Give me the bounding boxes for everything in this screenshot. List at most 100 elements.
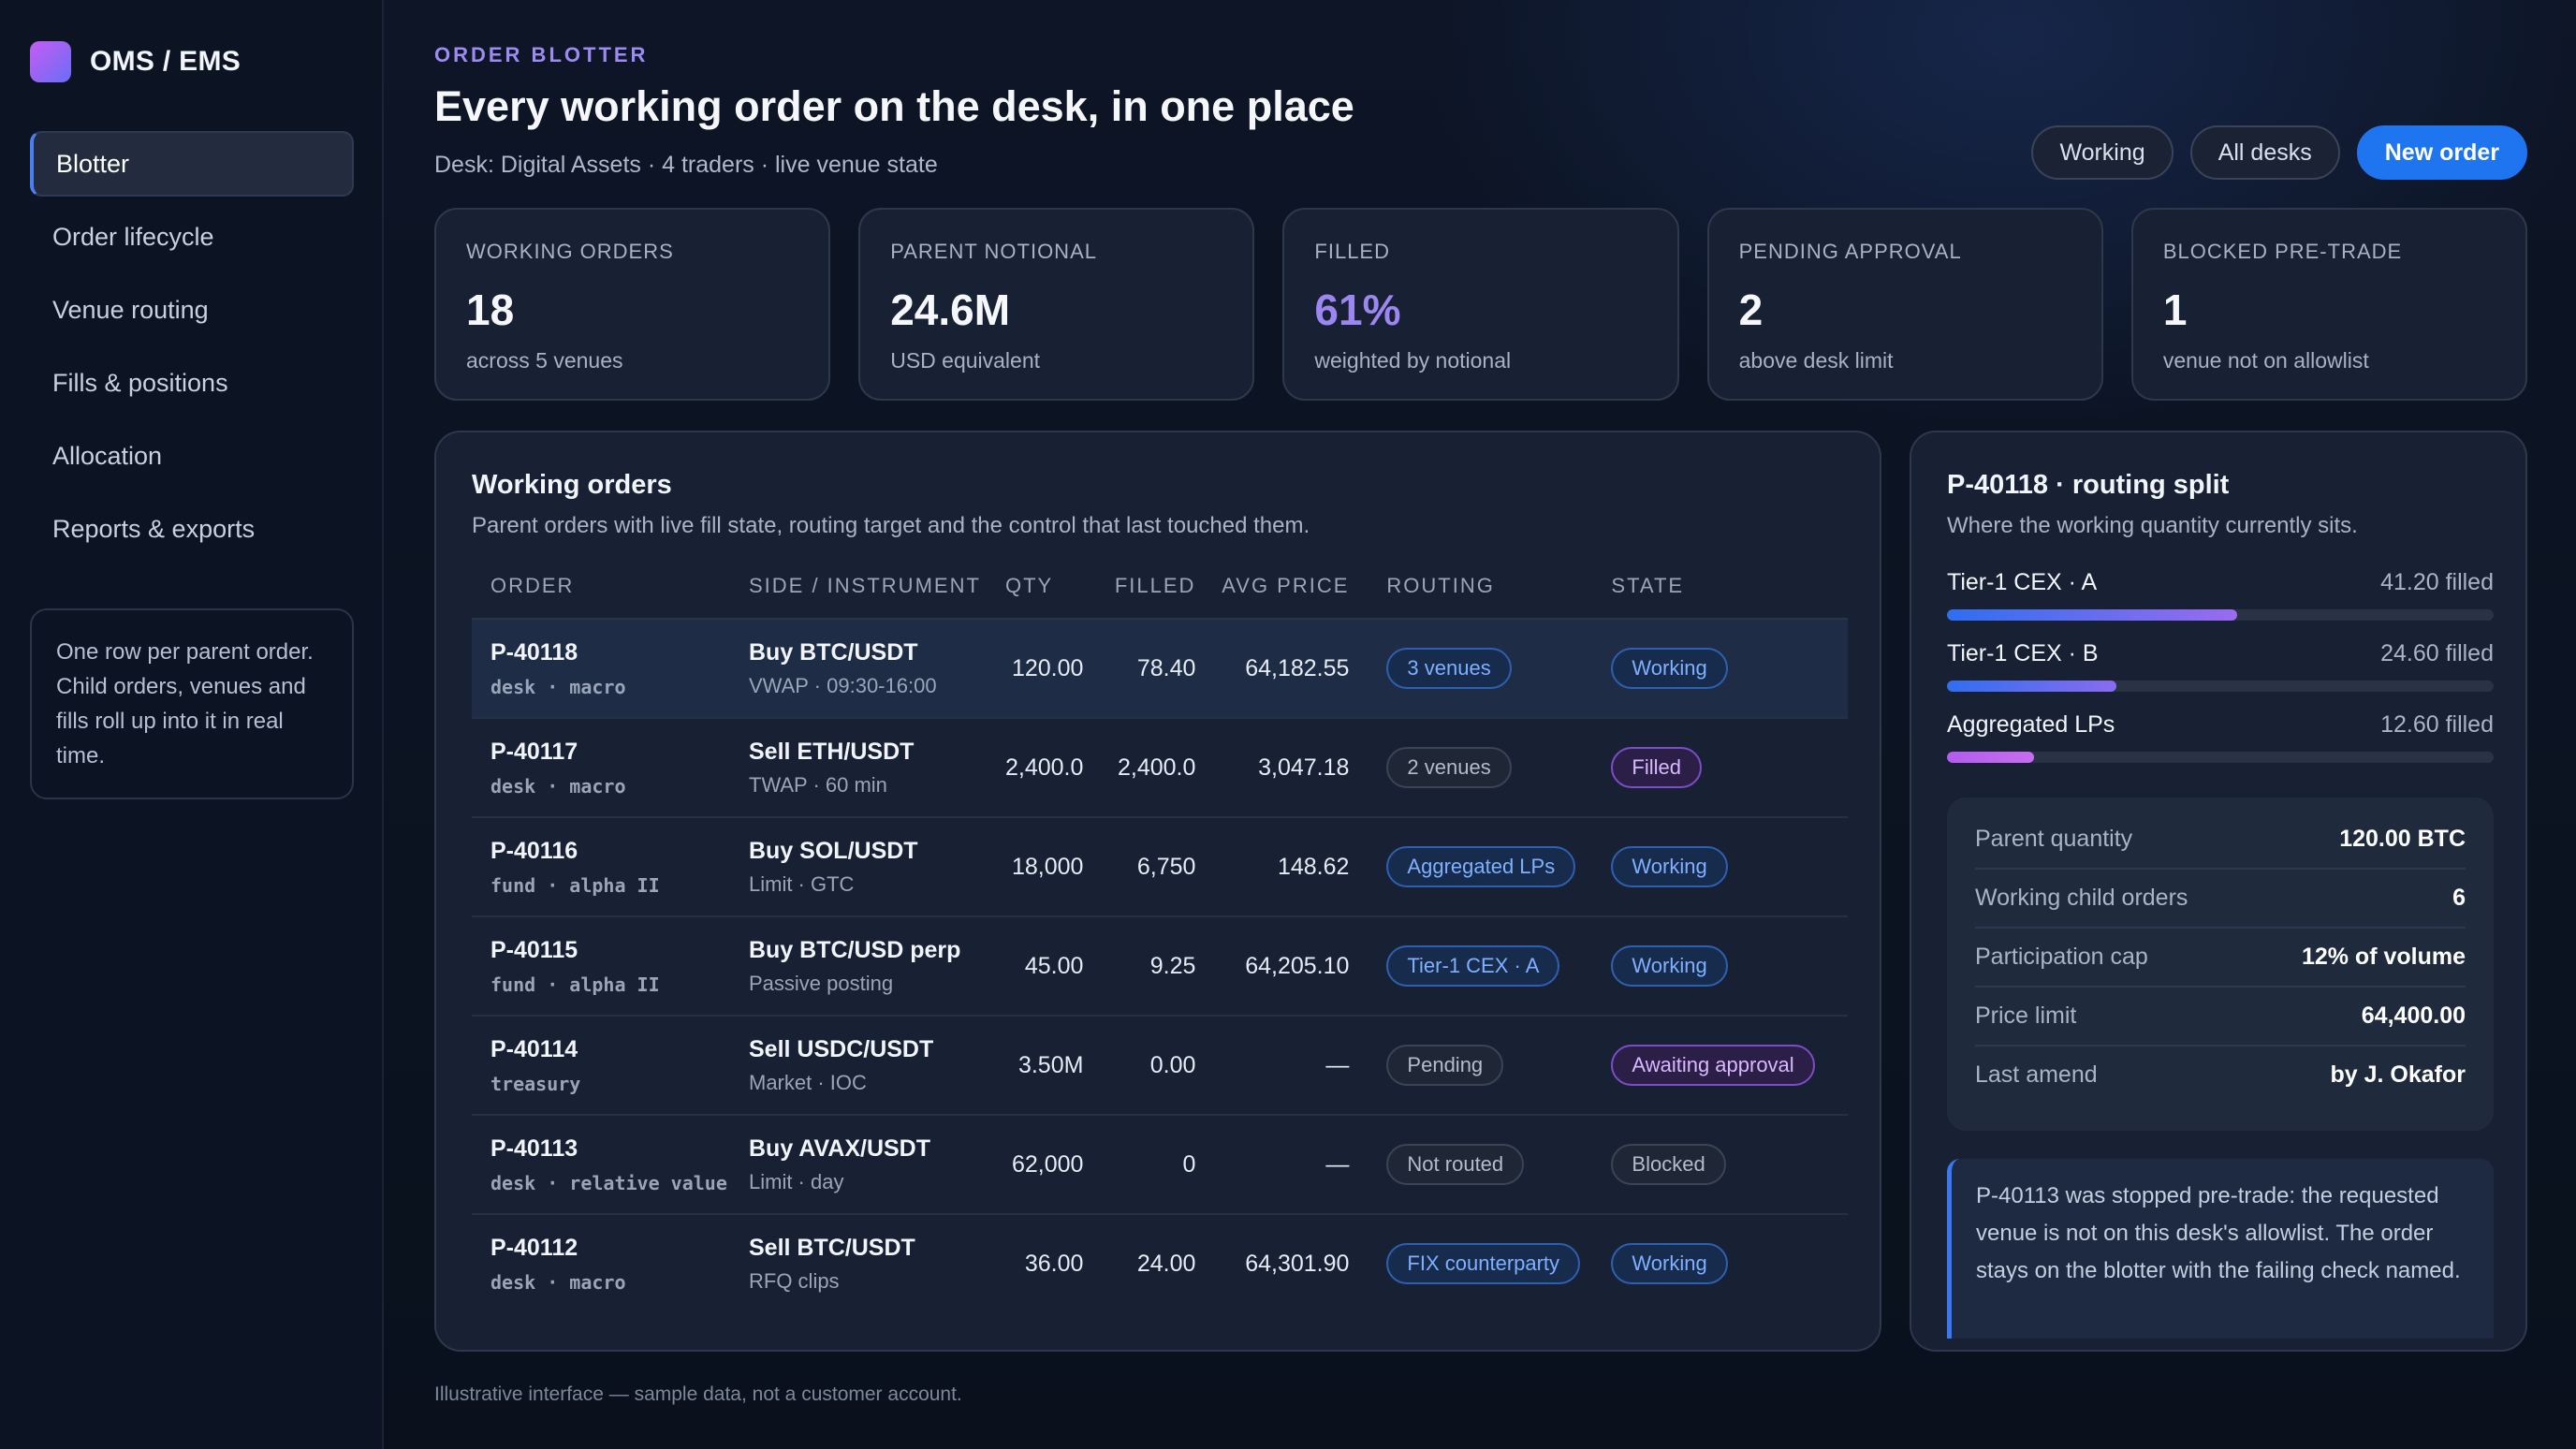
routing-badge[interactable]: 3 venues <box>1386 648 1512 689</box>
state-cell: Working <box>1611 1214 1848 1312</box>
brand: OMS / EMS <box>30 41 241 82</box>
order-id[interactable]: P-40113 <box>490 1135 749 1163</box>
order-id[interactable]: P-40117 <box>490 739 749 766</box>
kpi-pending-approval: PENDING APPROVAL 2 above desk limit <box>1706 208 2103 401</box>
status-badge: Filled <box>1611 747 1702 788</box>
sidebar-item-blotter[interactable]: Blotter <box>30 131 354 197</box>
order-id[interactable]: P-40118 <box>490 639 749 666</box>
algo: Market · IOC <box>749 1070 867 1094</box>
filled-cell: 0.00 <box>1083 1016 1196 1116</box>
state-cell: Filled <box>1611 718 1848 818</box>
instrument-cell: Buy AVAX/USDT Limit · day <box>749 1115 1005 1215</box>
order-id[interactable]: P-40115 <box>490 937 749 964</box>
panel-subtitle: Where the working quantity currently sit… <box>1947 513 2358 538</box>
instrument-cell: Sell BTC/USDT RFQ clips <box>749 1214 1005 1312</box>
order-desk: fund · alpha II <box>490 873 660 897</box>
routing-badge[interactable]: 2 venues <box>1386 747 1512 788</box>
stat-value: by J. Okafor <box>2330 1061 2466 1088</box>
stat-label: Last amend <box>1975 1061 2098 1088</box>
order-desk: desk · relative value <box>490 1171 727 1194</box>
table-row[interactable]: P-40113 desk · relative value Buy AVAX/US… <box>472 1115 1848 1215</box>
state-cell: Working <box>1611 916 1848 1017</box>
page-subtitle: Desk: Digital Assets · 4 traders · live … <box>434 152 938 178</box>
sidebar-note: One row per parent order. Child orders, … <box>30 608 354 799</box>
venue-bar: Aggregated LPs 12.60 filled <box>1947 711 2494 763</box>
table-row[interactable]: P-40112 desk · macro Sell BTC/USDT RFQ cli… <box>472 1214 1848 1312</box>
table-row[interactable]: P-40116 fund · alpha II Buy SOL/USDT Limit… <box>472 817 1848 917</box>
avg-price-cell: 148.62 <box>1195 817 1350 917</box>
routing-badge[interactable]: Not routed <box>1386 1144 1525 1185</box>
routing-cell: 3 venues <box>1349 619 1612 719</box>
column-header-filled[interactable]: FILLED <box>1083 554 1196 620</box>
venue-filled: 24.60 filled <box>2380 640 2494 666</box>
order-id[interactable]: P-40116 <box>490 838 749 865</box>
column-header-side-instrument[interactable]: SIDE / INSTRUMENT <box>749 554 1005 620</box>
filled-cell: 6,750 <box>1083 817 1196 917</box>
stat-value: 64,400.00 <box>2361 1003 2466 1029</box>
avg-price-cell: 64,301.90 <box>1245 1250 1350 1277</box>
sidebar-item-reports-exports[interactable]: Reports & exports <box>30 496 354 562</box>
algo: TWAP · 60 min <box>749 772 887 797</box>
brand-name: OMS / EMS <box>90 46 242 77</box>
kpi-note: above desk limit <box>1738 348 1894 373</box>
stat-label: Participation cap <box>1975 944 2148 970</box>
order-cell: P-40112 desk · macro <box>472 1214 749 1312</box>
sidebar-item-venue-routing[interactable]: Venue routing <box>30 277 354 343</box>
routing-badge[interactable]: Pending <box>1386 1045 1504 1086</box>
venue-bar: Tier-1 CEX · B 24.60 filled <box>1947 640 2494 692</box>
stat-value: 6 <box>2452 885 2466 911</box>
routing-badge[interactable]: Aggregated LPs <box>1386 846 1576 887</box>
venue-bar-track <box>1947 752 2494 763</box>
kpi-parent-notional: PARENT NOTIONAL 24.6M USD equivalent <box>858 208 1255 401</box>
table-header-row: ORDER SIDE / INSTRUMENT QTY FILLED AVG P… <box>472 554 1848 620</box>
algo: Limit · day <box>749 1169 844 1193</box>
new-order-button[interactable]: New order <box>2356 125 2527 180</box>
kpi-note: weighted by notional <box>1314 348 1512 373</box>
filled-cell: 2,400.0 <box>1083 718 1196 818</box>
column-header-order[interactable]: ORDER <box>472 554 749 620</box>
table-row[interactable]: P-40115 fund · alpha II Buy BTC/USD perp P… <box>472 916 1848 1017</box>
brand-logo-icon <box>30 41 71 82</box>
working-filter-button[interactable]: Working <box>2031 125 2174 180</box>
footer-disclaimer: Illustrative interface — sample data, no… <box>434 1383 962 1405</box>
order-cell: P-40118 desk · macro <box>472 619 749 719</box>
kpi-note: across 5 venues <box>466 348 623 373</box>
table-row[interactable]: P-40114 treasury Sell USDC/USDT Market · I… <box>472 1016 1848 1116</box>
order-desk: desk · macro <box>490 774 626 798</box>
order-stats: Parent quantity 120.00 BTC Working child … <box>1947 798 2494 1131</box>
state-cell: Blocked <box>1611 1115 1848 1215</box>
status-badge: Awaiting approval <box>1611 1045 1815 1086</box>
venue-bar: Tier-1 CEX · A 41.20 filled <box>1947 569 2494 621</box>
order-id[interactable]: P-40112 <box>490 1235 749 1262</box>
table-row[interactable]: P-40118 desk · macro Buy BTC/USDT VWAP · 0… <box>472 619 1848 719</box>
venue-bar-fill <box>1947 752 2035 763</box>
panel-title: Working orders <box>472 470 672 500</box>
instrument: Buy SOL/USDT <box>749 837 918 864</box>
sidebar-item-allocation[interactable]: Allocation <box>30 423 354 489</box>
order-id[interactable]: P-40114 <box>490 1036 749 1063</box>
all-desks-filter-button[interactable]: All desks <box>2189 125 2340 180</box>
routing-cell: Pending <box>1349 1016 1612 1116</box>
panel-title: P-40118 · routing split <box>1947 470 2230 500</box>
column-header-qty[interactable]: QTY <box>1005 554 1084 620</box>
column-header-routing[interactable]: ROUTING <box>1349 554 1612 620</box>
sidebar-item-fills-positions[interactable]: Fills & positions <box>30 350 354 416</box>
routing-badge[interactable]: FIX counterparty <box>1386 1243 1581 1284</box>
routing-cell: Tier-1 CEX · A <box>1349 916 1612 1017</box>
routing-badge[interactable]: Tier-1 CEX · A <box>1386 945 1560 987</box>
stat-row: Last amend by J. Okafor <box>1975 1046 2466 1104</box>
status-badge: Working <box>1611 846 1728 887</box>
status-badge: Working <box>1611 945 1728 987</box>
column-header-state[interactable]: STATE <box>1611 554 1848 620</box>
stat-row: Parent quantity 120.00 BTC <box>1975 811 2466 870</box>
filled-cell: 0 <box>1083 1115 1196 1215</box>
kpi-row: WORKING ORDERS 18 across 5 venues PARENT… <box>434 208 2528 401</box>
kpi-blocked-pre-trade: BLOCKED PRE-TRADE 1 venue not on allowli… <box>2130 208 2528 401</box>
venue-name: Tier-1 CEX · A <box>1947 569 2098 595</box>
header-actions: Working All desks New order <box>2031 125 2527 180</box>
algo: Passive posting <box>749 971 894 995</box>
kpi-value: 24.6M <box>890 285 1011 334</box>
table-row[interactable]: P-40117 desk · macro Sell ETH/USDT TWAP · … <box>472 718 1848 818</box>
column-header-avg-price[interactable]: AVG PRICE <box>1195 554 1350 620</box>
sidebar-item-order-lifecycle[interactable]: Order lifecycle <box>30 204 354 270</box>
